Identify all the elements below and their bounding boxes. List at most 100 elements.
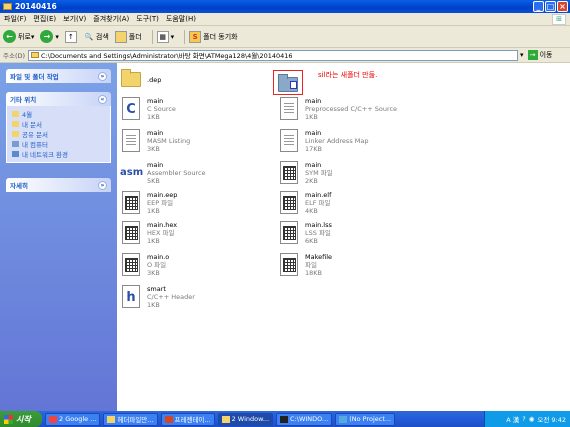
console-icon xyxy=(280,415,289,423)
menu-favorites[interactable]: 즐겨찾기(A) xyxy=(93,14,129,24)
folder-icon xyxy=(221,415,230,423)
clock: 오전 9:42 xyxy=(537,416,566,424)
title-bar[interactable]: 20140416 _ □ × xyxy=(0,0,570,13)
computer-icon xyxy=(12,141,19,147)
maximize-button[interactable]: □ xyxy=(545,1,556,12)
network-icon[interactable]: ◉ xyxy=(529,415,535,423)
folders-icon xyxy=(114,30,127,43)
file-item[interactable]: main.lss LSS 파일 6KB xyxy=(278,221,428,245)
search-button[interactable]: 🔍 검색 xyxy=(85,32,109,42)
file-type: 파일 xyxy=(305,261,317,269)
folder-icon xyxy=(12,131,19,137)
file-item[interactable]: asm main Assembler Source 5KB xyxy=(120,161,270,185)
other-places-header[interactable]: 기타 위치 « xyxy=(6,92,111,106)
taskbar-item[interactable]: (No Project... xyxy=(335,412,396,426)
file-item[interactable]: h smart C/C++ Header 1KB xyxy=(120,285,270,309)
details-header[interactable]: 자세히» xyxy=(6,178,111,192)
folder-icon xyxy=(3,3,12,10)
file-name: main xyxy=(147,161,164,169)
folder-icon xyxy=(31,52,40,58)
explorer-window: 20140416 _ □ × 파일(F) 편집(E) 보기(V) 즐겨찾기(A)… xyxy=(0,0,570,427)
chevron-up-icon[interactable]: « xyxy=(98,94,107,104)
taskbar-item[interactable]: 프레젠테이... xyxy=(160,412,215,426)
file-item[interactable]: main Linker Address Map 17KB xyxy=(278,129,428,153)
place-item[interactable]: 내 네트워크 환경 xyxy=(12,149,105,159)
file-icon xyxy=(278,191,300,215)
file-thumbnail-icon xyxy=(290,81,297,89)
file-size: 3KB xyxy=(147,145,160,153)
go-arrow-icon: → xyxy=(527,50,538,60)
file-size: 17KB xyxy=(305,145,322,153)
menu-view[interactable]: 보기(V) xyxy=(63,14,86,24)
file-item[interactable]: main.eep EEP 파일 1KB xyxy=(120,191,270,215)
file-size: 5KB xyxy=(147,177,160,185)
address-input[interactable]: C:\Documents and Settings\Administrator\… xyxy=(28,49,519,61)
taskbar-item[interactable]: 헤더파일만... xyxy=(103,412,158,426)
go-button[interactable]: → 이동 xyxy=(527,50,552,60)
file-size: 1KB xyxy=(305,113,318,121)
folders-button[interactable]: 폴더 xyxy=(114,30,142,43)
folder-icon xyxy=(12,111,19,117)
file-item[interactable]: main MASM Listing 3KB xyxy=(120,129,270,153)
back-button[interactable]: ← 뒤로 ▾ xyxy=(3,30,34,43)
document-icon xyxy=(278,97,300,121)
powerpoint-icon xyxy=(164,415,173,423)
file-item[interactable]: main.hex HEX 파일 1KB xyxy=(120,221,270,245)
file-size: 3KB xyxy=(147,269,160,277)
up-button[interactable]: ↑ xyxy=(64,30,79,43)
ime-indicator[interactable]: A 漢 xyxy=(506,414,519,424)
new-folder-highlight[interactable] xyxy=(273,70,303,95)
file-item[interactable]: main.o O 파일 3KB xyxy=(120,253,270,277)
details-panel: 자세히» xyxy=(6,178,111,192)
place-item[interactable]: 내 컴퓨터 xyxy=(12,139,105,149)
file-item[interactable]: main SYM 파일 2KB xyxy=(278,161,428,185)
menu-edit[interactable]: 편집(E) xyxy=(33,14,56,24)
window-title: 20140416 xyxy=(15,2,57,11)
file-name: main xyxy=(147,129,164,137)
file-name: main.eep xyxy=(147,191,178,199)
file-item[interactable]: .dep xyxy=(120,68,270,92)
chevron-down-icon[interactable]: » xyxy=(98,180,107,190)
forward-button[interactable]: → ▾ xyxy=(40,30,59,43)
asm-icon: asm xyxy=(120,167,144,178)
search-icon: 🔍 xyxy=(84,32,94,41)
taskbar-item-active[interactable]: 2 Window... xyxy=(217,412,274,426)
file-name: main.lss xyxy=(305,221,332,229)
taskbar-item[interactable]: C:\WINDO... xyxy=(276,412,333,426)
file-item[interactable]: Makefile 파일 18KB xyxy=(278,253,428,277)
close-button[interactable]: × xyxy=(557,1,568,12)
folder-sync-button[interactable]: S 폴더 동기화 xyxy=(189,30,238,43)
file-name: main xyxy=(305,129,322,137)
chevron-down-icon[interactable]: » xyxy=(98,71,107,81)
file-view: sil라는 새폴더 만듦. .dep Cmain C Source 1KB main Pr… xyxy=(117,63,570,411)
file-size: 1KB xyxy=(147,301,160,309)
file-name: main xyxy=(305,97,322,105)
file-icon xyxy=(278,221,300,245)
address-dropdown-icon[interactable]: ▾ xyxy=(520,51,524,59)
file-name: main xyxy=(305,161,322,169)
place-item[interactable]: 공유 문서 xyxy=(12,129,105,139)
views-button[interactable]: ▦ ▾ xyxy=(156,30,174,43)
c-source-icon: C xyxy=(120,97,142,121)
address-bar: 주소(D) C:\Documents and Settings\Administ… xyxy=(0,48,570,63)
file-type: MASM Listing xyxy=(147,137,191,145)
place-item[interactable]: 내 문서 xyxy=(12,119,105,129)
minimize-button[interactable]: _ xyxy=(533,1,544,12)
file-icon xyxy=(120,191,142,215)
taskbar-item[interactable]: 2 Google ... xyxy=(45,412,101,426)
file-item[interactable]: main Preprocessed C/C++ Source 1KB xyxy=(278,97,428,121)
file-size: 1KB xyxy=(147,113,160,121)
file-item[interactable]: main.elf ELF 파일 4KB xyxy=(278,191,428,215)
menu-file[interactable]: 파일(F) xyxy=(4,14,26,24)
file-item[interactable]: Cmain C Source 1KB xyxy=(120,97,270,121)
back-arrow-icon: ← xyxy=(3,30,16,43)
help-icon[interactable]: ? xyxy=(522,415,525,423)
document-icon xyxy=(278,129,300,153)
menu-tools[interactable]: 도구(T) xyxy=(136,14,159,24)
place-item[interactable]: 4월 xyxy=(12,109,105,119)
file-tasks-header[interactable]: 파일 및 폴더 작업» xyxy=(6,69,111,83)
start-button[interactable]: 시작 xyxy=(0,411,42,427)
avr-studio-icon xyxy=(339,415,348,423)
menu-help[interactable]: 도움말(H) xyxy=(166,14,196,24)
header-icon: h xyxy=(120,285,142,309)
